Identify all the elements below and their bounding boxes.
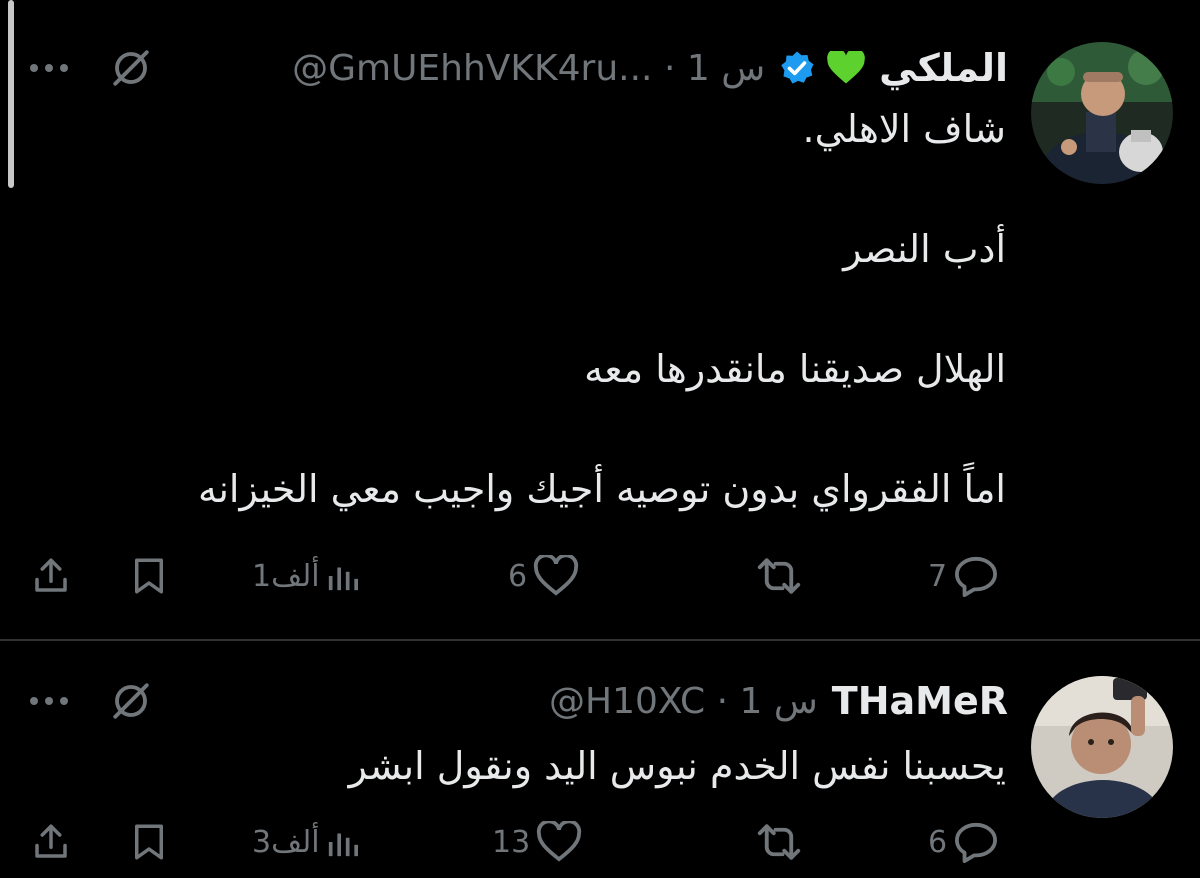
bookmark-icon [135, 558, 163, 594]
like-count: 13 [492, 824, 531, 860]
handle[interactable]: @H10XC [549, 681, 705, 722]
retweet-button[interactable] [748, 812, 804, 872]
grok-icon[interactable] [110, 680, 152, 722]
heart-icon [537, 821, 582, 862]
handle[interactable]: @GmUEhhVKK4ru... [292, 48, 652, 89]
reply-count: 6 [928, 824, 948, 860]
tweet[interactable]: الملكي @GmUEhhVKK4ru... · 1 س شاف الاهلي… [0, 0, 1200, 640]
more-options-icon[interactable] [28, 62, 70, 74]
reply-count: 7 [928, 558, 948, 594]
tweet-header: THaMeR @H10XC · 1 س [28, 671, 1008, 731]
meta-separator: · [716, 680, 729, 722]
tweet-paragraph: الهلال صديقنا مانقدرها معه [584, 347, 1006, 391]
share-icon [35, 824, 67, 858]
views-count: 3ألف [252, 824, 320, 860]
tweet-header: الملكي @GmUEhhVKK4ru... · 1 س [28, 38, 1008, 98]
tweet-paragraph: يحسبنا نفس الخدم نبوس اليد ونقول ابشر [348, 744, 1006, 788]
share-icon [35, 558, 67, 592]
tweet-paragraph: شاف الاهلي. [802, 107, 1007, 151]
retweet-icon [757, 558, 801, 594]
like-button[interactable]: 13 [492, 812, 582, 872]
heart-icon [533, 555, 579, 596]
tweet-text: شاف الاهلي. أدب النصر الهلال صديقنا مانق… [40, 100, 1006, 518]
views-button[interactable]: 3ألف [252, 812, 360, 872]
display-name[interactable]: الملكي [879, 46, 1008, 90]
tweet-actions: 1ألف 6 7 [30, 546, 1010, 606]
share-button[interactable] [30, 812, 72, 872]
tweet-meta: @GmUEhhVKK4ru... · 1 س [292, 48, 765, 89]
more-options-icon[interactable] [28, 695, 70, 707]
timestamp[interactable]: 1 س [687, 48, 765, 89]
avatar[interactable] [1031, 42, 1173, 184]
meta-separator: · [663, 47, 676, 89]
reply-button[interactable]: 6 [928, 812, 999, 872]
like-count: 6 [508, 558, 528, 594]
views-icon [328, 567, 358, 591]
views-button[interactable]: 1ألف [252, 546, 360, 606]
bookmark-button[interactable] [128, 546, 170, 606]
grok-icon[interactable] [110, 47, 152, 89]
tweet-actions: 3ألف 13 6 [30, 812, 1010, 872]
tweet-meta: @H10XC · 1 س [549, 681, 818, 722]
retweet-button[interactable] [748, 546, 804, 606]
display-name[interactable]: THaMeR [832, 679, 1008, 723]
share-button[interactable] [30, 546, 72, 606]
like-button[interactable]: 6 [508, 546, 579, 606]
views-count: 1ألف [252, 558, 320, 594]
green-heart-icon [827, 51, 866, 85]
bookmark-button[interactable] [128, 812, 170, 872]
tweet-paragraph: أدب النصر [843, 227, 1006, 271]
timestamp[interactable]: 1 س [739, 681, 817, 722]
reply-icon [955, 822, 998, 863]
tweet-text: يحسبنا نفس الخدم نبوس اليد ونقول ابشر [40, 737, 1006, 795]
verified-badge-icon[interactable] [779, 50, 815, 86]
tweet[interactable]: THaMeR @H10XC · 1 س يحسبنا نفس الخدم نبو… [0, 641, 1200, 878]
tweet-paragraph: اماً الفقرواي بدون توصيه أجيك واجيب معي … [197, 467, 1006, 511]
views-icon [328, 833, 358, 857]
retweet-icon [757, 824, 801, 860]
bookmark-icon [135, 824, 163, 860]
reply-button[interactable]: 7 [928, 546, 999, 606]
avatar[interactable] [1031, 676, 1173, 818]
reply-icon [955, 556, 998, 597]
